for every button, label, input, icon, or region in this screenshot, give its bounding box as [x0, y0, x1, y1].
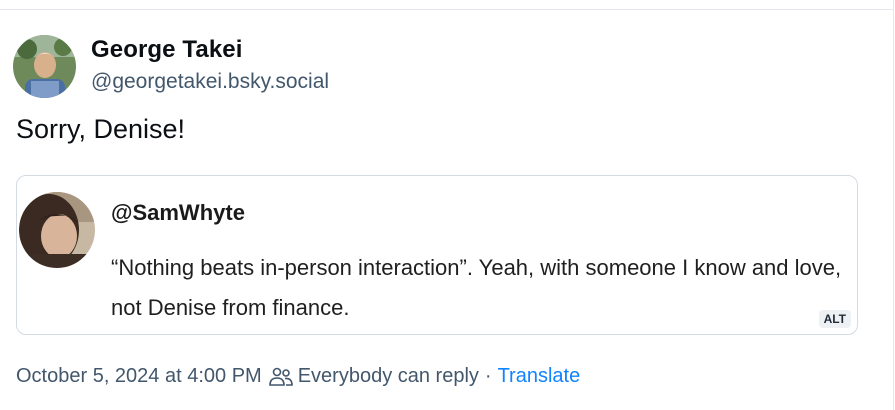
post-meta: October 5, 2024 at 4:00 PM Everybody can…: [16, 365, 580, 388]
embed-quote-text: “Nothing beats in-person interaction”. Y…: [111, 255, 842, 320]
author-avatar[interactable]: [13, 35, 76, 98]
author-handle[interactable]: @georgetakei.bsky.social: [91, 70, 329, 94]
translate-link[interactable]: Translate: [498, 365, 581, 388]
alt-badge[interactable]: ALT: [818, 310, 851, 328]
reply-setting[interactable]: Everybody can reply: [298, 365, 479, 388]
post-timestamp[interactable]: October 5, 2024 at 4:00 PM: [16, 365, 262, 388]
people-icon: [268, 366, 294, 388]
embed-avatar: [19, 192, 95, 268]
embedded-image[interactable]: @SamWhyte “Nothing beats in-person inter…: [16, 175, 858, 335]
top-divider: [0, 9, 893, 10]
author-name[interactable]: George Takei: [91, 36, 242, 64]
embed-handle: @SamWhyte: [111, 200, 245, 225]
post-text: Sorry, Denise!: [16, 114, 186, 144]
meta-separator: ·: [484, 365, 492, 387]
post-container: George Takei @georgetakei.bsky.social So…: [0, 0, 894, 410]
